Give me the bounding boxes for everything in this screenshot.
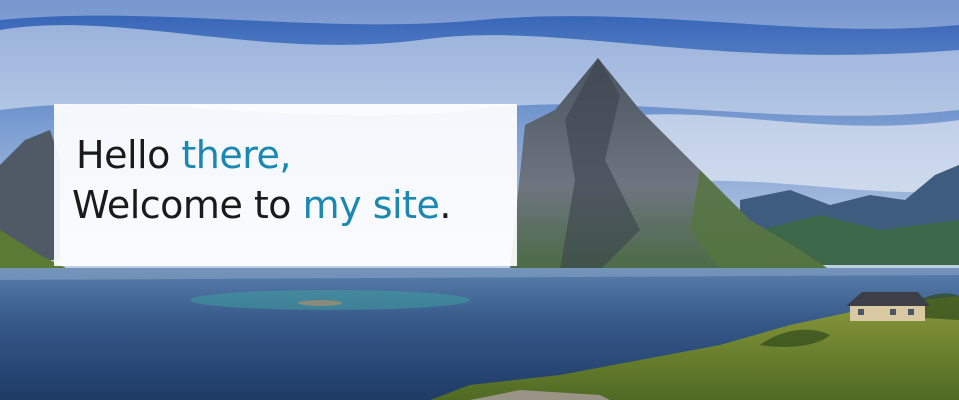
greeting-accent: there, <box>181 133 292 177</box>
welcome-card: Hello there, Welcome to my site. <box>54 104 517 266</box>
greeting-line: Hello there, <box>72 130 517 180</box>
hero-banner: Hello there, Welcome to my site. <box>0 0 959 400</box>
welcome-plain: Welcome to <box>72 183 303 227</box>
welcome-accent: my site <box>302 183 440 227</box>
welcome-period: . <box>439 183 451 227</box>
welcome-line: Welcome to my site. <box>72 180 517 230</box>
greeting-plain: Hello <box>76 133 182 177</box>
